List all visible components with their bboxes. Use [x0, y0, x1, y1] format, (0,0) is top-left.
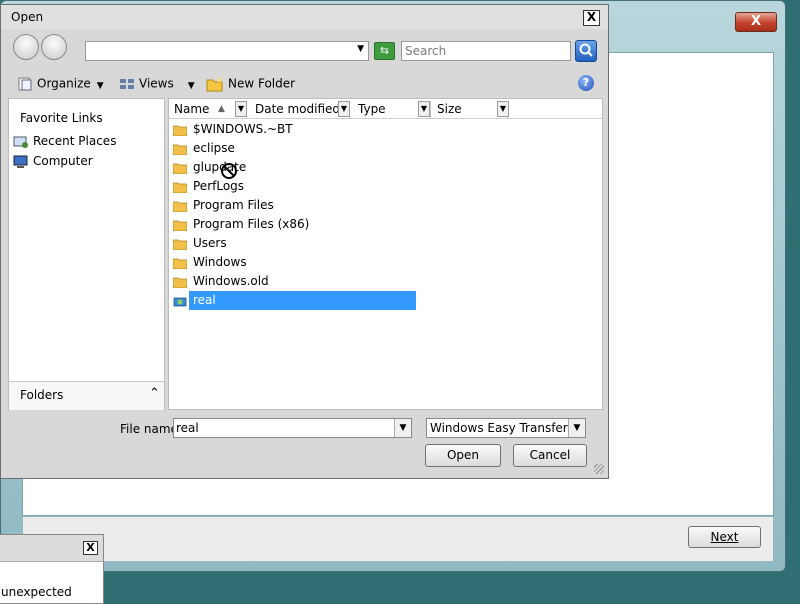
- background-close-button[interactable]: X: [735, 12, 777, 32]
- file-row[interactable]: eclipse: [173, 139, 237, 158]
- sort-ascending-icon: ▲: [218, 104, 225, 114]
- chevron-up-icon: ⌃: [149, 386, 160, 401]
- file-row[interactable]: $WINDOWS.~BT: [173, 120, 295, 139]
- column-header-date-modified[interactable]: Date modified: [255, 101, 350, 118]
- folder-icon: [173, 144, 187, 155]
- wizard-footer: [22, 516, 774, 562]
- next-button[interactable]: Next: [688, 526, 761, 548]
- new-folder-button[interactable]: New Folder: [206, 76, 295, 92]
- favorite-links-heading: Favorite Links: [20, 111, 103, 125]
- search-button[interactable]: [575, 40, 597, 62]
- navigation-pane: Favorite Links Recent Places Computer Fo…: [8, 98, 165, 410]
- resize-grip[interactable]: [594, 464, 604, 474]
- refresh-button[interactable]: ⇆: [374, 42, 395, 60]
- file-row[interactable]: Users: [173, 234, 229, 253]
- organize-label: Organize: [37, 76, 91, 91]
- error-dialog: X unexpected: [0, 534, 104, 604]
- file-name: eclipse: [193, 141, 235, 155]
- chevron-down-icon[interactable]: ▼: [357, 44, 364, 54]
- command-toolbar: Organize ▼ Views ▼ New Folder: [1, 71, 608, 97]
- file-type-value: Windows Easy Transfer (*.MIG): [430, 421, 585, 435]
- refresh-icon: ⇆: [379, 44, 390, 57]
- transfer-file-icon: [173, 297, 187, 306]
- file-name: Program Files (x86): [193, 217, 310, 231]
- chevron-down-icon[interactable]: ▼: [394, 419, 411, 437]
- error-dialog-message: unexpected: [1, 585, 72, 599]
- cancel-button[interactable]: Cancel: [513, 444, 587, 467]
- column-filter-button[interactable]: ▼: [235, 101, 247, 117]
- address-bar[interactable]: ▼: [85, 41, 369, 61]
- computer-icon: [13, 155, 28, 168]
- views-button[interactable]: Views ▼: [119, 76, 195, 92]
- column-size-label: Size: [437, 102, 462, 116]
- views-label: Views: [139, 76, 174, 91]
- column-name-label: Name: [174, 102, 210, 116]
- open-button[interactable]: Open: [425, 444, 501, 467]
- nav-link-label: Recent Places: [33, 134, 117, 148]
- open-dialog: Open X ▼ ⇆ Search Organize ▼ Views ▼ New…: [0, 4, 609, 479]
- file-name: Windows.old: [193, 274, 269, 288]
- file-row[interactable]: Windows: [173, 253, 249, 272]
- not-allowed-cursor-icon: [221, 163, 237, 179]
- column-date-label: Date modified: [255, 102, 341, 116]
- file-name: Windows: [193, 255, 247, 269]
- selection-highlight: [189, 291, 416, 310]
- column-filter-button[interactable]: ▼: [338, 101, 350, 117]
- column-filter-button[interactable]: ▼: [418, 101, 430, 117]
- folders-toggle[interactable]: Folders ⌃: [9, 381, 164, 410]
- header-divider: [169, 118, 602, 119]
- folder-icon: [173, 163, 187, 174]
- dialog-close-button[interactable]: X: [583, 10, 600, 26]
- folder-icon: [173, 220, 187, 231]
- chevron-down-icon: ▼: [96, 80, 104, 91]
- folder-icon: [173, 258, 187, 269]
- file-name: Program Files: [193, 198, 274, 212]
- new-folder-label: New Folder: [228, 76, 296, 91]
- organize-button[interactable]: Organize ▼: [17, 76, 104, 92]
- file-name: $WINDOWS.~BT: [193, 122, 293, 136]
- dialog-titlebar: Open X: [1, 5, 608, 29]
- search-input[interactable]: Search: [401, 41, 571, 61]
- folder-icon: [173, 239, 187, 250]
- file-row[interactable]: Program Files (x86): [173, 215, 311, 234]
- column-type-label: Type: [358, 102, 386, 116]
- file-type-select[interactable]: Windows Easy Transfer (*.MIG) ▼: [426, 418, 586, 438]
- folder-icon: [173, 201, 187, 212]
- chevron-down-icon: ▼: [187, 80, 195, 91]
- file-name-input[interactable]: real ▼: [173, 418, 412, 438]
- file-row[interactable]: Program Files: [173, 196, 276, 215]
- search-icon: [579, 43, 593, 57]
- file-row[interactable]: Windows.old: [173, 272, 271, 291]
- folder-icon: [173, 182, 187, 193]
- dialog-title: Open: [11, 10, 44, 24]
- folder-icon: [173, 277, 187, 288]
- nav-link-recent-places[interactable]: Recent Places: [13, 134, 116, 149]
- folders-label: Folders: [20, 388, 64, 402]
- back-button[interactable]: [13, 34, 39, 60]
- organize-icon: [18, 77, 32, 91]
- file-list: Name ▲ ▼ Date modified ▼ Type ▼ Size ▼ $…: [168, 98, 603, 410]
- file-name: Users: [193, 236, 227, 250]
- views-icon: [120, 79, 134, 89]
- folder-icon: [173, 125, 187, 136]
- file-row-selected[interactable]: real: [173, 291, 218, 310]
- error-dialog-close-button[interactable]: X: [83, 541, 98, 555]
- nav-link-label: Computer: [33, 154, 93, 168]
- new-folder-icon: [206, 77, 223, 92]
- file-name: real: [191, 291, 218, 310]
- recent-places-icon: [13, 136, 28, 148]
- chevron-down-icon[interactable]: ▼: [568, 419, 585, 437]
- help-icon[interactable]: ?: [578, 75, 594, 91]
- file-name-value: real: [176, 421, 199, 435]
- column-filter-button[interactable]: ▼: [497, 101, 509, 117]
- nav-link-computer[interactable]: Computer: [13, 154, 93, 169]
- forward-button[interactable]: [41, 34, 67, 60]
